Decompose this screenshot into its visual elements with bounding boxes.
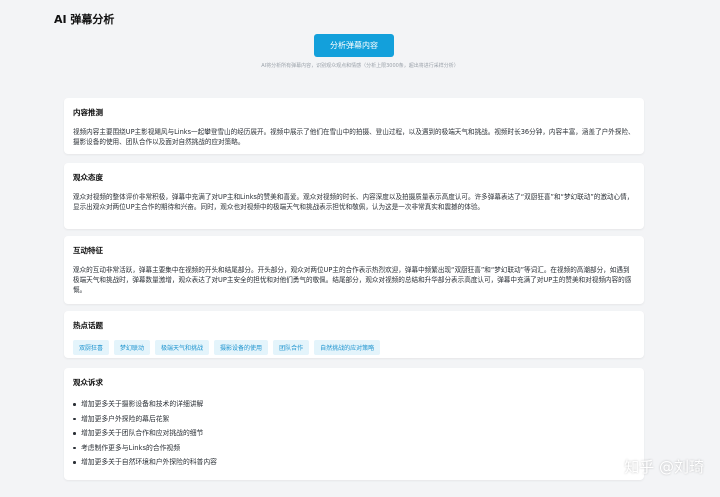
audience-attitude-title: 观众态度 bbox=[73, 173, 103, 182]
list-item: 考虑制作更多与Links的合作视频 bbox=[73, 441, 635, 456]
demand-text: 增加更多关于团队合作和应对挑战的细节 bbox=[81, 429, 204, 437]
analyze-danmaku-button[interactable]: 分析弹幕内容 bbox=[314, 34, 394, 57]
list-item: 增加更多关于团队合作和应对挑战的细节 bbox=[73, 426, 635, 441]
bullet-icon bbox=[73, 417, 76, 420]
watermark: 知乎 @刘琦 bbox=[624, 458, 704, 476]
topic-tag[interactable]: 双厨狂喜 bbox=[73, 340, 110, 355]
list-item: 增加更多户外探险的幕后花絮 bbox=[73, 412, 635, 427]
analysis-hint: AI将分析所有弹幕内容，识别观众观点和情感（分析上限3000条，超出将进行采样分… bbox=[261, 63, 459, 69]
content-guess-card: 内容推测 视频内容主要围绕UP主影视飓风与Links一起攀登雪山的经历展开。视频… bbox=[64, 98, 644, 154]
demand-text: 考虑制作更多与Links的合作视频 bbox=[81, 443, 181, 452]
audience-demands-card: 观众诉求 增加更多关于摄影设备和技术的详细讲解 增加更多户外探险的幕后花絮 增加… bbox=[64, 368, 644, 480]
audience-demands-title: 观众诉求 bbox=[73, 378, 103, 387]
bullet-icon bbox=[73, 432, 76, 435]
audience-attitude-card: 观众态度 观众对视频的整体评价非常积极，弹幕中充满了对UP主和Links的赞美和… bbox=[64, 163, 644, 229]
hot-topics-tags: 双厨狂喜 梦幻联动 极端天气和挑战 摄影设备的使用 团队合作 自然挑战的应对策略 bbox=[73, 340, 635, 355]
demand-text: 增加更多户外探险的幕后花絮 bbox=[81, 414, 170, 423]
content-guess-title: 内容推测 bbox=[73, 108, 103, 117]
content-guess-body: 视频内容主要围绕UP主影视飓风与Links一起攀登雪山的经历展开。视频中展示了他… bbox=[73, 128, 635, 146]
interaction-body: 观众的互动非常活跃，弹幕主要集中在视频的开头和结尾部分。开头部分，观众对两位UP… bbox=[73, 266, 632, 294]
page-title: AI 弹幕分析 bbox=[54, 13, 115, 26]
topic-tag[interactable]: 极端天气和挑战 bbox=[155, 340, 210, 355]
interaction-card: 互动特征 观众的互动非常活跃，弹幕主要集中在视频的开头和结尾部分。开头部分，观众… bbox=[64, 236, 644, 304]
topic-tag[interactable]: 摄影设备的使用 bbox=[214, 340, 269, 355]
topic-tag[interactable]: 团队合作 bbox=[273, 340, 310, 355]
demand-text: 增加更多关于摄影设备和技术的详细讲解 bbox=[81, 400, 204, 408]
bullet-icon bbox=[73, 446, 76, 449]
demands-list: 增加更多关于摄影设备和技术的详细讲解 增加更多户外探险的幕后花絮 增加更多关于团… bbox=[73, 397, 635, 470]
list-item: 增加更多关于摄影设备和技术的详细讲解 bbox=[73, 397, 635, 412]
hot-topics-card: 热点话题 双厨狂喜 梦幻联动 极端天气和挑战 摄影设备的使用 团队合作 自然挑战… bbox=[64, 311, 644, 358]
interaction-title: 互动特征 bbox=[73, 246, 103, 255]
topic-tag[interactable]: 自然挑战的应对策略 bbox=[314, 340, 381, 355]
audience-attitude-body: 观众对视频的整体评价非常积极，弹幕中充满了对UP主和Links的赞美和喜爱。观众… bbox=[73, 193, 634, 211]
topic-tag[interactable]: 梦幻联动 bbox=[114, 340, 151, 355]
bullet-icon bbox=[73, 461, 76, 464]
hot-topics-title: 热点话题 bbox=[73, 321, 103, 330]
demand-text: 增加更多关于自然环境和户外探险的科普内容 bbox=[81, 458, 217, 466]
list-item: 增加更多关于自然环境和户外探险的科普内容 bbox=[73, 455, 635, 470]
bullet-icon bbox=[73, 403, 76, 406]
